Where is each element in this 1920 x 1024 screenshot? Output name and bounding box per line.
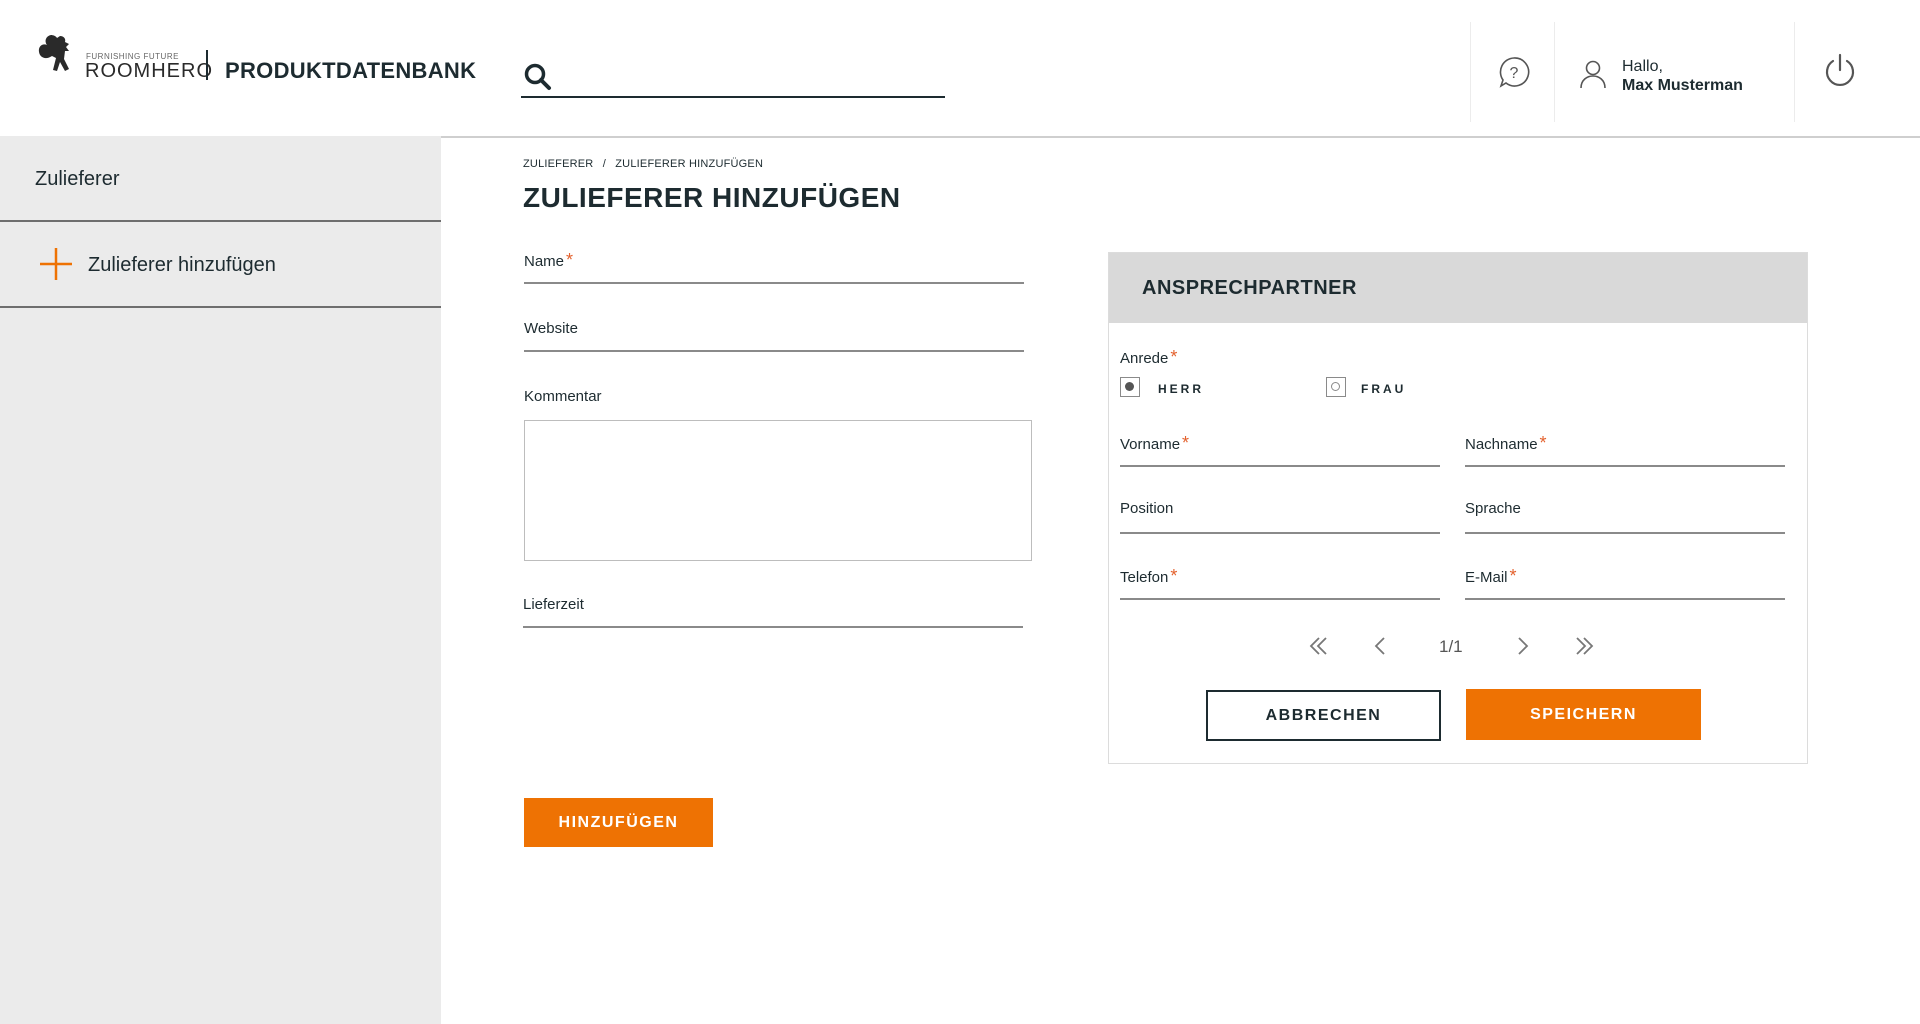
help-icon[interactable]: ? [1497, 55, 1531, 89]
anrede-label: Anrede * [1120, 347, 1177, 368]
sidebar-item-zulieferer-hinzufuegen[interactable]: Zulieferer hinzufügen [0, 222, 441, 308]
header: FURNISHING FUTURE ROOMHERO PRODUKTDATENB… [0, 0, 1920, 138]
speichern-button[interactable]: SPEICHERN [1466, 689, 1701, 740]
anrede-label-text: Anrede [1120, 350, 1169, 367]
required-mark: * [566, 250, 574, 270]
name-label: Name * [524, 250, 573, 271]
pager-indicator: 1/1 [1439, 637, 1463, 656]
required-mark: * [1539, 433, 1547, 453]
next-page-icon[interactable] [1511, 635, 1533, 657]
breadcrumb: ZULIEFERER / ZULIEFERER HINZUFÜGEN [523, 158, 763, 170]
telefon-field[interactable]: Telefon * [1120, 566, 1440, 600]
name-field[interactable]: Name * [524, 250, 1024, 284]
nachname-label-text: Nachname [1465, 436, 1538, 453]
last-page-icon[interactable] [1573, 635, 1595, 657]
required-mark: * [1170, 566, 1178, 586]
sidebar: Zulieferer Zulieferer hinzufügen [0, 136, 441, 1024]
search-icon[interactable] [523, 62, 553, 92]
nachname-label: Nachname * [1465, 433, 1547, 454]
radio-herr[interactable] [1120, 377, 1140, 397]
contact-panel-header: ANSPRECHPARTNER [1109, 253, 1807, 323]
kommentar-label: Kommentar [524, 388, 602, 405]
name-label-text: Name [524, 253, 565, 270]
required-mark: * [1182, 433, 1190, 453]
header-separator [1470, 22, 1471, 122]
website-field[interactable]: Website [524, 320, 1024, 352]
roomhero-logo[interactable]: FURNISHING FUTURE ROOMHERO [38, 32, 212, 84]
breadcrumb-separator: / [602, 158, 606, 170]
lieferzeit-field[interactable]: Lieferzeit [523, 596, 1023, 628]
email-field[interactable]: E-Mail * [1465, 566, 1785, 600]
hinzufuegen-button[interactable]: HINZUFÜGEN [524, 798, 713, 847]
radio-frau-label[interactable]: FRAU [1361, 382, 1406, 396]
sidebar-item-label: Zulieferer [35, 168, 120, 190]
position-label: Position [1120, 500, 1174, 517]
abbrechen-button[interactable]: ABBRECHEN [1206, 690, 1441, 741]
user-greeting: Hallo, [1622, 58, 1663, 75]
nachname-field[interactable]: Nachname * [1465, 433, 1785, 467]
required-mark: * [1170, 347, 1178, 367]
position-field[interactable]: Position [1120, 500, 1440, 534]
radio-selected-dot [1125, 382, 1134, 391]
contact-panel: ANSPRECHPARTNER Anrede * HERR FRAU Vornam… [1108, 252, 1808, 764]
previous-page-icon[interactable] [1370, 635, 1392, 657]
website-label: Website [524, 320, 578, 337]
svg-text:?: ? [1510, 65, 1519, 82]
sidebar-item-zulieferer[interactable]: Zulieferer [0, 136, 441, 222]
radio-unselected-dot [1331, 382, 1340, 391]
page-title: ZULIEFERER HINZUFÜGEN [523, 182, 901, 213]
breadcrumb-item[interactable]: ZULIEFERER [523, 158, 593, 170]
sprache-field[interactable]: Sprache [1465, 500, 1785, 534]
logout-power-icon[interactable] [1822, 52, 1858, 90]
telefon-label: Telefon * [1120, 566, 1177, 587]
logo-wordmark: ROOMHERO [85, 60, 213, 82]
email-label: E-Mail * [1465, 566, 1517, 587]
product-title: PRODUKTDATENBANK [225, 58, 477, 83]
breadcrumb-item-current: ZULIEFERER HINZUFÜGEN [615, 158, 764, 170]
sprache-label: Sprache [1465, 500, 1521, 517]
first-page-icon[interactable] [1308, 635, 1330, 657]
radio-frau[interactable] [1326, 377, 1346, 397]
plus-icon [40, 248, 72, 280]
vorname-label: Vorname * [1120, 433, 1189, 454]
search-input[interactable] [565, 64, 935, 94]
required-mark: * [1509, 566, 1517, 586]
vorname-label-text: Vorname [1120, 436, 1181, 453]
sidebar-item-label: Zulieferer hinzufügen [88, 254, 276, 276]
user-name[interactable]: Max Musterman [1622, 77, 1743, 95]
header-separator [1794, 22, 1795, 122]
search-bar [521, 60, 945, 98]
telefon-label-text: Telefon [1120, 569, 1169, 586]
header-separator [1554, 22, 1555, 122]
user-icon[interactable] [1578, 58, 1608, 90]
kommentar-textarea[interactable] [524, 420, 1032, 561]
radio-herr-label[interactable]: HERR [1158, 382, 1204, 396]
email-label-text: E-Mail [1465, 569, 1508, 586]
vorname-field[interactable]: Vorname * [1120, 433, 1440, 467]
lieferzeit-label: Lieferzeit [523, 596, 584, 613]
roomhero-hero-icon [38, 35, 69, 71]
contact-panel-title: ANSPRECHPARTNER [1142, 277, 1357, 299]
logo-divider [206, 50, 208, 80]
